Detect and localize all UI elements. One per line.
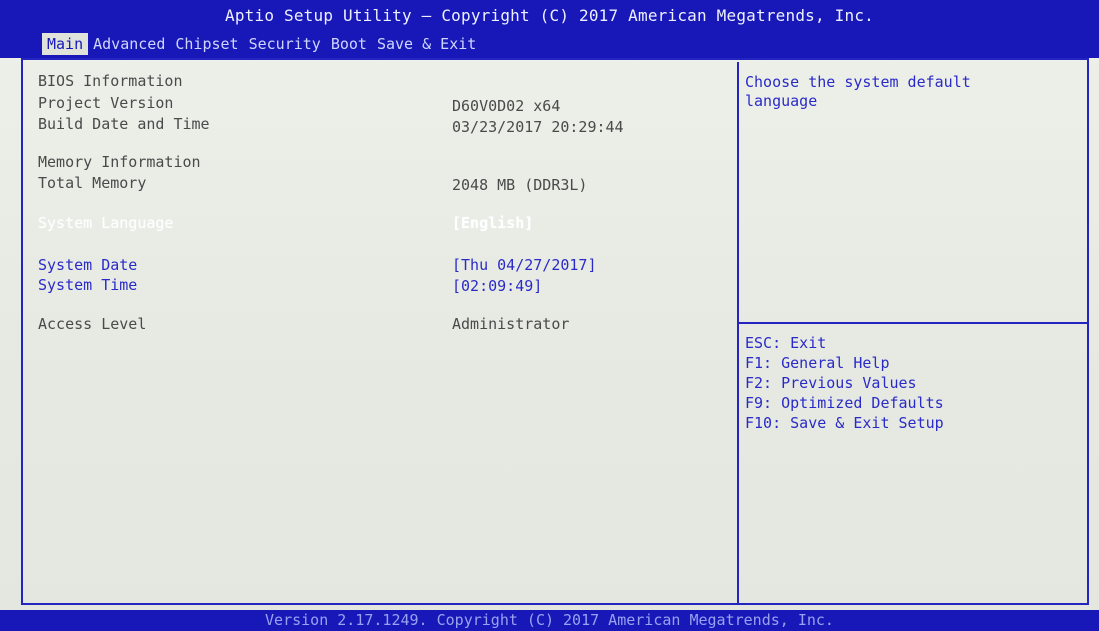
bios-information-heading: BIOS Information bbox=[38, 72, 183, 90]
key-f1-help: F1: General Help bbox=[745, 354, 890, 372]
project-version-value: D60V0D02 x64 bbox=[452, 97, 561, 115]
window-title: Aptio Setup Utility – Copyright (C) 2017… bbox=[225, 6, 874, 25]
system-date-label[interactable]: System Date bbox=[38, 256, 137, 274]
system-language-label[interactable]: System Language bbox=[38, 214, 173, 232]
key-esc-exit: ESC: Exit bbox=[745, 334, 827, 352]
bios-screen: Aptio Setup Utility – Copyright (C) 2017… bbox=[0, 0, 1099, 631]
tab-advanced[interactable]: Advanced bbox=[88, 33, 170, 55]
tab-boot[interactable]: Boot bbox=[326, 33, 372, 55]
tab-security[interactable]: Security bbox=[244, 33, 326, 55]
build-date-label: Build Date and Time bbox=[38, 115, 210, 133]
total-memory-value: 2048 MB (DDR3L) bbox=[452, 176, 588, 194]
version-footer: Version 2.17.1249. Copyright (C) 2017 Am… bbox=[0, 610, 1099, 631]
key-f2-previous: F2: Previous Values bbox=[745, 374, 917, 392]
access-level-value: Administrator bbox=[452, 315, 570, 333]
system-time-label[interactable]: System Time bbox=[38, 276, 137, 294]
key-legend: ESC: Exit F1: General Help F2: Previous … bbox=[745, 333, 944, 433]
system-time-value[interactable]: [02:09:49] bbox=[452, 277, 542, 295]
build-date-value: 03/23/2017 20:29:44 bbox=[452, 118, 624, 136]
pane-divider bbox=[737, 62, 739, 603]
system-date-value[interactable]: [Thu 04/27/2017] bbox=[452, 256, 597, 274]
tab-chipset[interactable]: Chipset bbox=[170, 33, 243, 55]
key-f10-save-exit: F10: Save & Exit Setup bbox=[745, 414, 944, 432]
system-language-value[interactable]: [English] bbox=[452, 214, 533, 232]
help-divider bbox=[739, 322, 1087, 324]
tab-bar: Main Advanced Chipset Security Boot Save… bbox=[42, 33, 481, 55]
project-version-label: Project Version bbox=[38, 94, 174, 112]
memory-information-heading: Memory Information bbox=[38, 153, 201, 171]
tab-save-exit[interactable]: Save & Exit bbox=[372, 33, 481, 55]
key-f9-defaults: F9: Optimized Defaults bbox=[745, 394, 944, 412]
help-text: Choose the system default language bbox=[745, 73, 971, 110]
tab-main[interactable]: Main bbox=[42, 33, 89, 55]
header-bar: Aptio Setup Utility – Copyright (C) 2017… bbox=[0, 0, 1099, 58]
access-level-label: Access Level bbox=[38, 315, 147, 333]
total-memory-label: Total Memory bbox=[38, 174, 147, 192]
